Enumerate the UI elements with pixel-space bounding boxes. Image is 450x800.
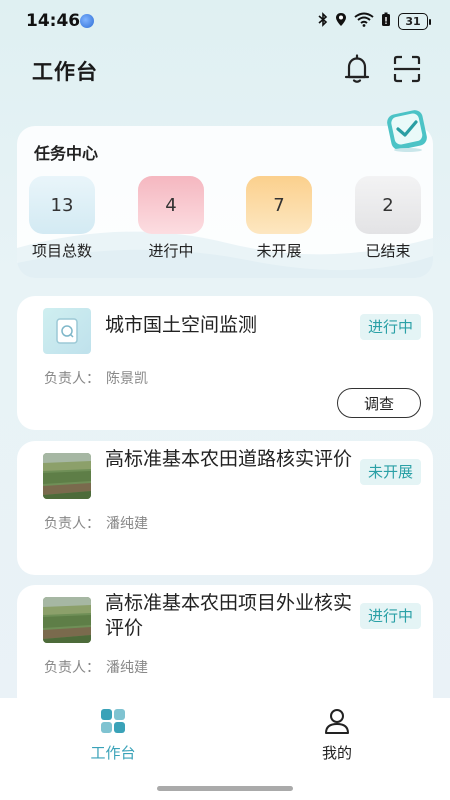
status-icons: 31 <box>318 12 431 30</box>
status-badge: 未开展 <box>359 459 421 485</box>
wifi-icon <box>354 12 374 30</box>
project-card[interactable]: 高标准基本农田道路核实评价 未开展 负责人： 潘纯建 <box>17 441 433 575</box>
bottom-tab-bar: 工作台 我的 <box>0 698 450 800</box>
stat-label: 项目总数 <box>31 242 92 260</box>
globe-icon <box>80 14 94 28</box>
location-icon <box>335 12 347 30</box>
task-center-title: 任务中心 <box>34 144 99 163</box>
document-icon <box>43 308 91 354</box>
survey-button[interactable]: 调查 <box>337 388 421 418</box>
owner-label: 负责人： <box>44 516 100 532</box>
project-owner: 负责人： 潘纯建 <box>44 513 148 533</box>
tab-workbench[interactable]: 工作台 <box>63 708 163 763</box>
status-badge: 进行中 <box>359 603 421 629</box>
page-title: 工作台 <box>32 60 98 84</box>
farmland-photo <box>43 597 91 643</box>
tab-label: 工作台 <box>90 744 136 762</box>
stat-total-projects[interactable]: 13 项目总数 <box>27 176 97 261</box>
owner-label: 负责人： <box>44 371 100 387</box>
owner-name: 潘纯建 <box>106 660 148 676</box>
project-name: 城市国土空间监测 <box>105 314 258 336</box>
status-badge: 进行中 <box>359 314 421 340</box>
tab-label: 我的 <box>321 744 352 762</box>
stat-value: 4 <box>138 176 204 234</box>
bluetooth-icon <box>318 12 328 30</box>
owner-name: 陈景凯 <box>106 371 148 387</box>
battery-saver-icon <box>381 12 391 30</box>
battery-icon: 31 <box>398 12 431 30</box>
project-name: 高标准基本农田项目外业核实评价 <box>105 592 353 639</box>
farmland-photo <box>43 453 91 499</box>
project-card[interactable]: 城市国土空间监测 进行中 负责人： 陈景凯 调查 <box>17 296 433 430</box>
tab-mine[interactable]: 我的 <box>287 708 387 763</box>
scan-icon[interactable] <box>390 52 424 86</box>
grid-icon <box>63 708 163 738</box>
project-owner: 负责人： 潘纯建 <box>44 657 148 677</box>
project-owner: 负责人： 陈景凯 <box>44 368 148 388</box>
status-time: 14:46 <box>26 11 81 31</box>
stat-label: 未开展 <box>256 242 302 260</box>
home-indicator[interactable] <box>157 786 293 791</box>
bell-icon[interactable] <box>340 52 374 86</box>
stat-finished[interactable]: 2 已结束 <box>353 176 423 261</box>
stat-label: 进行中 <box>148 242 194 260</box>
owner-name: 潘纯建 <box>106 516 148 532</box>
project-card[interactable]: 高标准基本农田项目外业核实评价 进行中 负责人： 潘纯建 <box>17 585 433 715</box>
stat-label: 已结束 <box>365 242 411 260</box>
owner-label: 负责人： <box>44 660 100 676</box>
user-icon <box>287 708 387 738</box>
stat-value: 2 <box>355 176 421 234</box>
stat-value: 13 <box>29 176 95 234</box>
stat-not-started[interactable]: 7 未开展 <box>244 176 314 261</box>
stat-in-progress[interactable]: 4 进行中 <box>136 176 206 261</box>
project-name: 高标准基本农田道路核实评价 <box>105 448 353 470</box>
status-bar: 14:46 31 <box>0 0 450 44</box>
checkmark-badge-icon <box>385 106 431 152</box>
stat-value: 7 <box>246 176 312 234</box>
